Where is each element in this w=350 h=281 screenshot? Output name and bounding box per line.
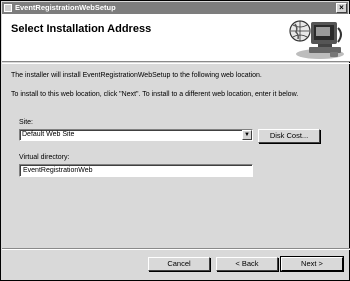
page-title: Select Installation Address xyxy=(11,23,152,35)
next-button[interactable]: Next > xyxy=(280,256,344,272)
site-selected-value: Default Web Site xyxy=(22,131,75,138)
close-icon: × xyxy=(339,3,344,12)
wizard-header: Select Installation Address xyxy=(2,14,350,62)
dropdown-arrow-icon[interactable]: ▼ xyxy=(242,130,252,140)
virtual-directory-input[interactable]: EventRegistrationWeb xyxy=(19,164,253,177)
header-divider xyxy=(2,63,350,64)
disk-cost-button[interactable]: Disk Cost... xyxy=(258,129,320,143)
virtual-directory-label: Virtual directory: xyxy=(19,154,70,161)
site-dropdown[interactable]: Default Web Site ▼ xyxy=(19,129,253,141)
back-button[interactable]: < Back xyxy=(216,257,278,271)
site-label: Site: xyxy=(19,119,34,126)
computer-globe-icon xyxy=(289,20,344,59)
title-bar[interactable]: EventRegistrationWebSetup × xyxy=(2,2,348,14)
installer-window: EventRegistrationWebSetup × Select Insta… xyxy=(0,0,350,281)
app-icon xyxy=(4,4,12,12)
window-title: EventRegistrationWebSetup xyxy=(15,3,116,12)
intro-text: The installer will install EventRegistra… xyxy=(11,72,262,79)
close-button[interactable]: × xyxy=(336,3,347,13)
instruction-text: To install to this web location, click "… xyxy=(11,91,299,98)
cancel-button[interactable]: Cancel xyxy=(148,257,210,271)
footer-divider-highlight xyxy=(2,249,350,250)
